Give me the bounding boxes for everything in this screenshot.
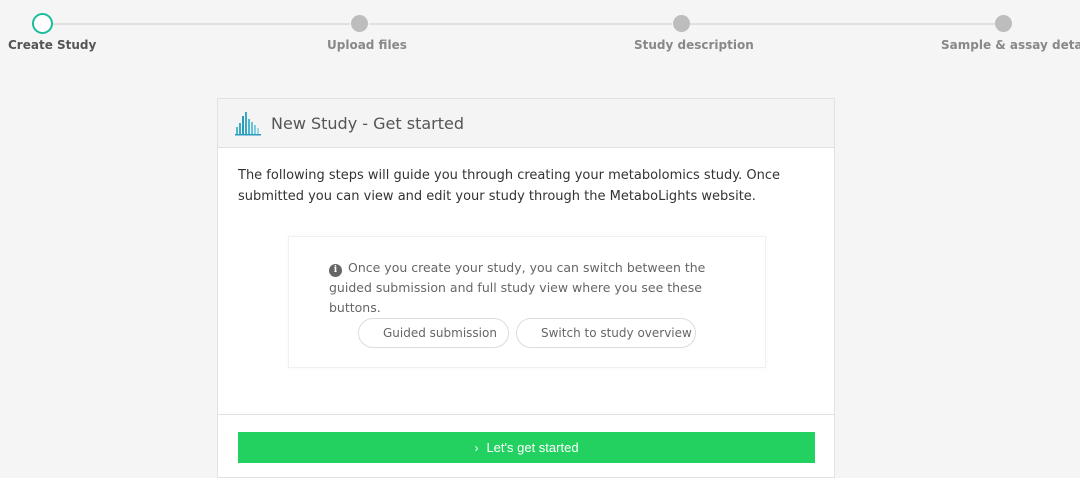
stepper-line [53,23,350,25]
progress-stepper: Create Study Upload files Study descript… [0,0,1080,60]
step-label-study-description[interactable]: Study description [634,38,754,52]
step-indicator-study-description[interactable] [673,15,690,32]
info-text-block: i Once you create your study, you can swi… [329,258,749,318]
step-indicator-sample-assay[interactable] [995,15,1012,32]
chevron-right-icon: › [474,440,479,455]
step-indicator-upload-files[interactable] [351,15,368,32]
card-header: New Study - Get started [218,99,834,148]
intro-text: The following steps will guide you throu… [238,168,781,204]
step-label-sample-assay[interactable]: Sample & assay details [941,38,1080,52]
new-study-card: New Study - Get started The following st… [217,98,835,478]
card-divider [218,414,834,415]
step-label-create-study[interactable]: Create Study [8,38,96,52]
info-text: Once you create your study, you can swit… [329,260,706,315]
get-started-label: Let's get started [486,440,579,455]
step-indicator-create-study[interactable] [32,13,53,34]
stepper-line [369,23,672,25]
stepper-line [690,23,995,25]
step-label-upload-files[interactable]: Upload files [327,38,407,52]
get-started-button[interactable]: › Let's get started [238,432,815,463]
guided-submission-button[interactable]: Guided submission [358,318,509,348]
metabolights-logo [235,112,261,136]
card-title: New Study - Get started [271,113,464,133]
info-box: i Once you create your study, you can swi… [288,236,766,368]
info-icon: i [329,264,342,277]
study-overview-button[interactable]: Switch to study overview [516,318,696,348]
study-overview-label: Switch to study overview [541,326,692,340]
guided-submission-label: Guided submission [383,326,497,340]
